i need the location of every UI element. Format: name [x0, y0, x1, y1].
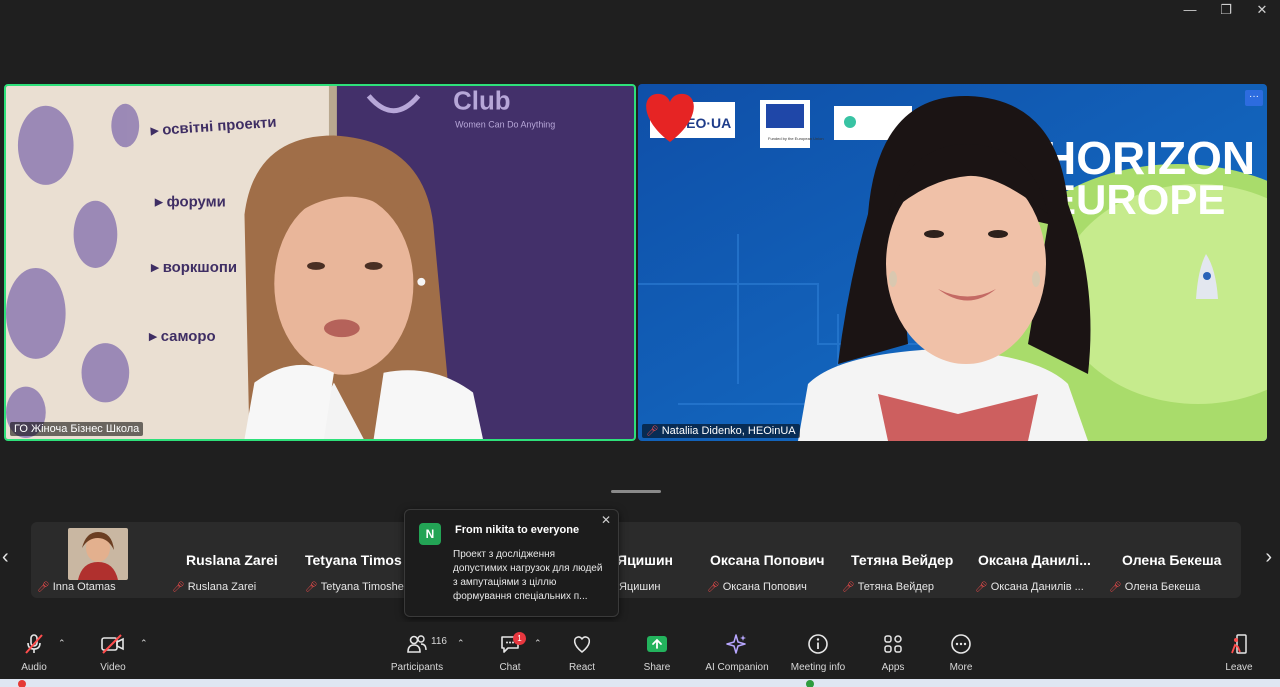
ai-companion-label: AI Companion — [705, 662, 769, 673]
horizon-line2: EUROPE — [1048, 176, 1225, 223]
participant-tile[interactable]: Олена Бекеша 🎤︎ Олена Бекеша — [1109, 522, 1241, 598]
taskbar-app-icon[interactable] — [18, 680, 26, 687]
participant-display-name: Оксана Попович — [710, 552, 825, 568]
banner-brand: Club — [453, 88, 510, 116]
more-dots-icon — [950, 632, 972, 656]
participant-name-tag: 🎤︎ Nataliia Didenko, HEOinUA — [642, 424, 800, 438]
avatar — [68, 528, 128, 580]
muted-mic-icon: 🎤︎ — [172, 581, 185, 593]
close-window-button[interactable]: ✕ — [1244, 0, 1280, 18]
chat-notification-popup[interactable]: N From nikita to everyone ✕ Проект з дос… — [404, 509, 619, 617]
leave-icon — [1228, 632, 1250, 656]
info-icon — [807, 632, 829, 656]
sparkle-icon — [726, 632, 748, 656]
video-off-icon — [100, 632, 126, 656]
muted-mic-icon: 🎤︎ — [975, 581, 988, 593]
avatar: N — [419, 523, 441, 545]
react-button[interactable]: React — [542, 632, 622, 673]
tile-options-button[interactable]: ··· — [1245, 90, 1263, 106]
share-button[interactable]: Share — [617, 632, 697, 673]
share-screen-icon — [645, 632, 669, 656]
window-controls: — ❐ ✕ — [1172, 0, 1280, 18]
more-label: More — [949, 662, 973, 673]
zoom-meeting-window: — ❐ ✕ ▸ освітні проекти ▸ форуми ▸ воркш… — [0, 0, 1280, 687]
participant-strip: 🎤︎ Inna Otamas Ruslana Zarei 🎤︎ Ruslana … — [31, 522, 1241, 598]
participant-label: 🎤︎ Tetyana Timoshe... — [305, 581, 414, 593]
leave-button[interactable]: Leave — [1199, 632, 1279, 673]
share-label: Share — [643, 662, 671, 673]
participant-label: 🎤︎ Оксана Данилів ... — [975, 581, 1084, 593]
os-taskbar — [0, 679, 1280, 687]
video-options-chevron-icon[interactable]: ⌃ — [140, 638, 148, 649]
eu-caption: Funded by the European Union — [768, 136, 824, 141]
ai-companion-button[interactable]: AI Companion — [697, 632, 777, 673]
video-feed-left: ▸ освітні проекти ▸ форуми ▸ воркшопи ▸ … — [6, 86, 634, 439]
minimize-button[interactable]: — — [1172, 0, 1208, 18]
participant-tile[interactable]: Тетяна Вейдер 🎤︎ Тетяна Вейдер — [842, 522, 977, 598]
muted-microphone-icon — [23, 632, 45, 656]
participant-label: Яцишин — [619, 581, 661, 593]
strip-prev-arrow-icon[interactable]: ‹ — [2, 546, 9, 569]
participant-display-name: Тетяна Вейдер — [851, 552, 954, 568]
participants-options-chevron-icon[interactable]: ⌃ — [457, 638, 465, 649]
chat-sender: From nikita to everyone — [455, 524, 580, 536]
banner-tagline: Women Can Do Anything — [455, 120, 555, 130]
participant-tile[interactable]: 🎤︎ Inna Otamas — [31, 522, 166, 598]
muted-mic-icon: 🎤︎ — [305, 581, 318, 593]
chat-unread-badge: 1 — [513, 632, 526, 645]
participants-count: 116 — [431, 636, 447, 647]
participant-display-name: Яцишин — [617, 552, 674, 568]
banner-item-2: ▸ форуми — [154, 195, 226, 211]
participant-display-name: Tetyana Timos — [305, 552, 402, 568]
participant-name: Nataliia Didenko, HEOinUA — [661, 425, 796, 437]
participant-name-tag: ГО Жіноча Бізнес Школа — [10, 422, 144, 436]
participant-display-name: Оксана Данилі... — [978, 552, 1091, 568]
participant-tile[interactable]: Оксана Попович 🎤︎ Оксана Попович — [707, 522, 842, 598]
taskbar-app-icon[interactable] — [806, 680, 814, 687]
leave-label: Leave — [1225, 662, 1253, 673]
meeting-info-label: Meeting info — [790, 662, 846, 673]
chat-label: Chat — [499, 662, 521, 673]
muted-mic-icon: 🎤︎ — [842, 581, 855, 593]
participant-label: 🎤︎ Ruslana Zarei — [172, 581, 257, 593]
meeting-toolbar: Audio ⌃ Video ⌃ Participants 116 ⌃ Chat … — [0, 622, 1280, 674]
participant-label: 🎤︎ Inna Otamas — [37, 581, 116, 593]
gallery-resize-handle[interactable] — [611, 490, 661, 493]
react-label: React — [568, 662, 596, 673]
participants-icon — [406, 632, 428, 656]
participant-tile[interactable]: Оксана Данилі... 🎤︎ Оксана Данилів ... — [975, 522, 1110, 598]
meeting-info-button[interactable]: Meeting info — [778, 632, 858, 673]
participant-display-name: Ruslana Zarei — [186, 552, 278, 568]
muted-mic-icon: 🎤︎ — [707, 581, 720, 593]
strip-next-arrow-icon[interactable]: › — [1265, 546, 1272, 569]
video-tile-active-speaker[interactable]: ▸ освітні проекти ▸ форуми ▸ воркшопи ▸ … — [4, 84, 636, 441]
more-button[interactable]: More — [921, 632, 1001, 673]
participant-tile[interactable]: Ruslana Zarei 🎤︎ Ruslana Zarei — [168, 522, 303, 598]
participant-label: 🎤︎ Оксана Попович — [707, 581, 807, 593]
heart-icon — [571, 632, 593, 656]
banner-item-4: ▸ саморо — [148, 329, 215, 345]
close-icon[interactable]: ✕ — [601, 513, 611, 527]
participant-name: ГО Жіноча Бізнес Школа — [14, 423, 140, 435]
video-label: Video — [100, 662, 126, 673]
apps-label: Apps — [881, 662, 905, 673]
chat-message-preview: Проект з дослідження допустимих нагрузок… — [453, 549, 603, 602]
audio-label: Audio — [21, 662, 47, 673]
muted-mic-icon: 🎤︎ — [37, 581, 50, 593]
participants-label: Participants — [390, 662, 444, 673]
muted-mic-icon: 🎤︎ — [1109, 581, 1122, 593]
chat-options-chevron-icon[interactable]: ⌃ — [534, 638, 542, 649]
banner-item-3: ▸ воркшопи — [150, 260, 237, 276]
participant-label: 🎤︎ Тетяна Вейдер — [842, 581, 935, 593]
audio-options-chevron-icon[interactable]: ⌃ — [58, 638, 66, 649]
video-feed-right: HEO·UA Funded by the European Union HORI… — [638, 84, 1267, 441]
restore-button[interactable]: ❐ — [1208, 0, 1244, 18]
muted-mic-icon: 🎤︎ — [646, 425, 659, 437]
participant-label: 🎤︎ Олена Бекеша — [1109, 581, 1201, 593]
video-tile-participant[interactable]: HEO·UA Funded by the European Union HORI… — [638, 84, 1267, 441]
apps-icon — [882, 632, 904, 656]
participant-display-name: Олена Бекеша — [1122, 552, 1222, 568]
